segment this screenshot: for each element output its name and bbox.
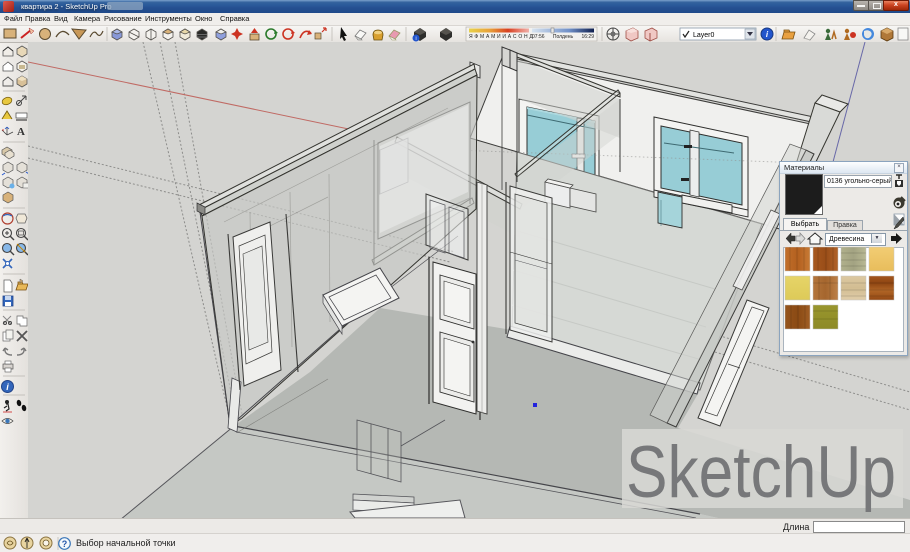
svg-text:SketchUp: SketchUp: [626, 432, 896, 513]
svg-text:?: ?: [62, 539, 68, 549]
svg-text:16:29: 16:29: [581, 34, 594, 40]
svg-text:07:56: 07:56: [532, 34, 545, 40]
svg-text:Полдень: Полдень: [553, 34, 574, 40]
svg-text:Layer0: Layer0: [693, 32, 715, 39]
svg-text:Я Ф М А М И И А С О Н Д: Я Ф М А М И И А С О Н Д: [469, 34, 533, 40]
svg-text:A: A: [17, 126, 25, 138]
